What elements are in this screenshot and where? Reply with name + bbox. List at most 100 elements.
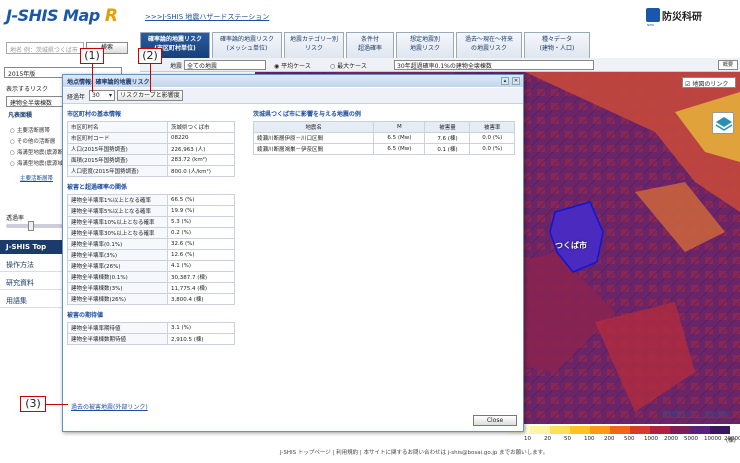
quake-col-head: 被害率	[469, 121, 515, 133]
quake-cell: 7.6 (棟)	[424, 132, 471, 144]
legend-tick: 2000	[664, 436, 678, 442]
expected-head: 被害の期待値	[67, 312, 104, 319]
legend-tick: 1000	[644, 436, 658, 442]
callout-2: (2)	[138, 48, 162, 64]
callout-3: (3)	[20, 396, 46, 412]
quake-cell: 6.5 (Mw)	[373, 132, 426, 144]
damage-prob-row: 建物全半壊率(0.1%) 32.6 (%)	[67, 238, 235, 250]
damage-prob-value: 4.1 (%)	[167, 260, 235, 272]
legend-swatch	[690, 426, 710, 434]
damage-prob-key: 建物全半壊率(0.1%)	[67, 238, 168, 250]
left-panel: 市区町村の基本情報 市区町村名 茨城県つくば市 市区町村コード 08220 人口(201…	[67, 107, 237, 397]
basic-info-value: 283.72 (km²)	[167, 154, 235, 166]
legend-swatch	[710, 426, 730, 434]
fault-link[interactable]: 主要活断層帯	[20, 174, 53, 182]
callout-1-line	[92, 64, 93, 92]
damage-prob-value: 11,775.4 (棟)	[167, 282, 235, 294]
quake-cell: 6.5 (Mw)	[373, 143, 426, 155]
minimize-icon[interactable]: ▴	[501, 77, 509, 85]
expected-table: 建物全半壊率期待値 3.1 (%) 建物全半壊棟数期待値 2,910.5 (棟)	[67, 322, 235, 345]
legend-swatch	[650, 426, 670, 434]
damage-prob-row: 建物全半壊棟数(3%) 11,775.4 (棟)	[67, 282, 235, 294]
right-panel: 茨城県つくば市に影響を与える地震の例 地震名 M 被害量 被害率 綾瀬川断層伊原－川口区…	[252, 107, 519, 167]
alpha-slider-handle[interactable]	[28, 221, 34, 231]
damage-prob-value: 32.6 (%)	[167, 238, 235, 250]
map-link-button[interactable]: ☑ 地図のリンク	[682, 77, 736, 88]
expected-key: 建物全半壊棟数期待値	[67, 333, 168, 345]
logo-text: J-SHIS Map	[6, 6, 100, 25]
close-button[interactable]: Close	[473, 415, 517, 426]
home-link[interactable]: >>>J-SHIS 地震ハザードステーション	[145, 12, 269, 22]
quake-row: 綾瀬川断層伊原－川口区間 6.5 (Mw) 7.6 (棟) 0.0 (%)	[252, 132, 515, 144]
radio-active-fault[interactable]: 主要活断層帯	[10, 126, 50, 134]
tab-5[interactable]: 想定地震別 地震リスク	[396, 32, 454, 58]
dialog-toolbar: 経過年 30 ▾ リスクカーブと影響度	[63, 88, 523, 104]
basic-info-row: 市区町村コード 08220	[67, 132, 235, 144]
dialog-title[interactable]: 地点情報: 確率論的地震リスク	[63, 75, 523, 87]
check-icon: ☑	[685, 81, 691, 88]
basic-info-row: 市区町村名 茨城県つくば市	[67, 121, 235, 133]
point-info-dialog: 地点情報: 確率論的地震リスク ▴ ✕ 経過年 30 ▾ リスクカーブと影響度 市…	[62, 74, 524, 432]
footer: J-SHIS トップページ | 利用規約 | 本サイトに関するお問い合わせは j…	[280, 450, 549, 456]
legend-tick: 10	[524, 436, 531, 442]
tab-4[interactable]: 条件付 超過確率	[346, 32, 394, 58]
summary-button[interactable]: 概要	[718, 60, 738, 70]
close-icon[interactable]: ✕	[512, 77, 520, 85]
legend-tick: 10000	[704, 436, 722, 442]
basic-info-key: 市区町村名	[67, 121, 168, 133]
tab-6[interactable]: 過去〜現在〜将来 の地震リスク	[456, 32, 522, 58]
expected-row: 建物全半壊率期待値 3.1 (%)	[67, 322, 235, 334]
basic-info-head: 市区町村の基本情報	[67, 111, 122, 118]
quake-cell: 0.0 (%)	[469, 143, 515, 155]
damage-prob-key: 建物全半壊率(3%)	[67, 249, 168, 261]
layers-icon[interactable]	[712, 112, 734, 134]
basic-info-key: 人口(2015年国勢調査)	[67, 143, 168, 155]
legend-tick: 100	[584, 436, 595, 442]
tab-7[interactable]: 種々データ (建物・人口)	[524, 32, 590, 58]
area-select[interactable]: 全ての地震	[184, 60, 266, 70]
damage-prob-key: 建物全半壊棟数(3%)	[67, 282, 168, 294]
alpha-slider[interactable]	[6, 224, 64, 228]
callout-2-line	[150, 64, 151, 92]
legend-swatch	[670, 426, 690, 434]
damage-prob-value: 66.5 (%)	[167, 194, 235, 206]
tile-credit-link[interactable]: 地理院タイル（淡色地図）	[662, 409, 734, 418]
map-legend: 10 20 50 100 200 500 1000 2000 5000 10000 20000 (棟)	[500, 424, 740, 446]
max-case-radio[interactable]: ○ 最大ケース	[330, 61, 367, 70]
damage-prob-value: 12.6 (%)	[167, 249, 235, 261]
quake-cell: 綾瀬川断層伊原－川口区間	[252, 132, 375, 144]
logo-r: R	[104, 6, 118, 26]
sidebar-section-head: 凡表面積	[8, 112, 33, 119]
chevron-down-icon: ▾	[108, 92, 112, 99]
legend-swatch	[570, 426, 590, 434]
radio-other-fault[interactable]: その他の活断層	[10, 137, 56, 145]
org-sub: NIED	[647, 23, 655, 27]
alpha-label: 透過率	[6, 215, 25, 222]
map-link-label: 地図のリンク	[692, 81, 729, 88]
legend-swatch	[630, 426, 650, 434]
quake-cell: 綾瀬川断層鴻巣－伊奈区間	[252, 143, 375, 155]
damage-prob-table: 建物全半壊率1%以上となる確率 66.5 (%) 建物全半壊率5%以上となる確率 19…	[67, 194, 235, 305]
search-input[interactable]: 地名 例：茨城県つくば市	[6, 42, 84, 54]
callout-1: (1)	[80, 48, 104, 64]
basic-info-value: 800.0 (人/km²)	[167, 165, 235, 177]
tab-2[interactable]: 確率論的地震リスク (メッシュ単位)	[212, 32, 282, 58]
tab-3[interactable]: 地震カテゴリー別 リスク	[284, 32, 344, 58]
quake-cell: 0.1 (棟)	[424, 143, 471, 155]
basic-info-row: 人口(2015年国勢調査) 226,963 (人)	[67, 143, 235, 155]
radio-trench-zone[interactable]: 海溝型地震(震源域)	[10, 159, 65, 167]
past-damage-link[interactable]: 過去の被害地震(外部リンク)	[71, 402, 148, 411]
damage-prob-row: 建物全半壊率30%以上となる確率 0.2 (%)	[67, 227, 235, 239]
basic-info-key: 市区町村コード	[67, 132, 168, 144]
app-logo[interactable]: J-SHIS Map R	[6, 6, 118, 26]
basic-info-key: 面積(2015年国勢調査)	[67, 154, 168, 166]
expected-value: 3.1 (%)	[167, 322, 235, 334]
damage-prob-key: 建物全半壊率(26%)	[67, 260, 168, 272]
avg-case-radio[interactable]: ◉ 平均ケース	[274, 61, 311, 70]
expected-row: 建物全半壊棟数期待値 2,910.5 (棟)	[67, 333, 235, 345]
damage-prob-row: 建物全半壊棟数(0.1%) 30,387.7 (棟)	[67, 271, 235, 283]
damage-prob-row: 建物全半壊率(3%) 12.6 (%)	[67, 249, 235, 261]
probability-select[interactable]: 30年超過確率0.1%の建物全壊棟数	[394, 60, 594, 70]
quake-table: 地震名 M 被害量 被害率 綾瀬川断層伊原－川口区間 6.5 (Mw) 7.6 (棟) 0.0…	[252, 121, 515, 155]
basic-info-value: 226,963 (人)	[167, 143, 235, 155]
